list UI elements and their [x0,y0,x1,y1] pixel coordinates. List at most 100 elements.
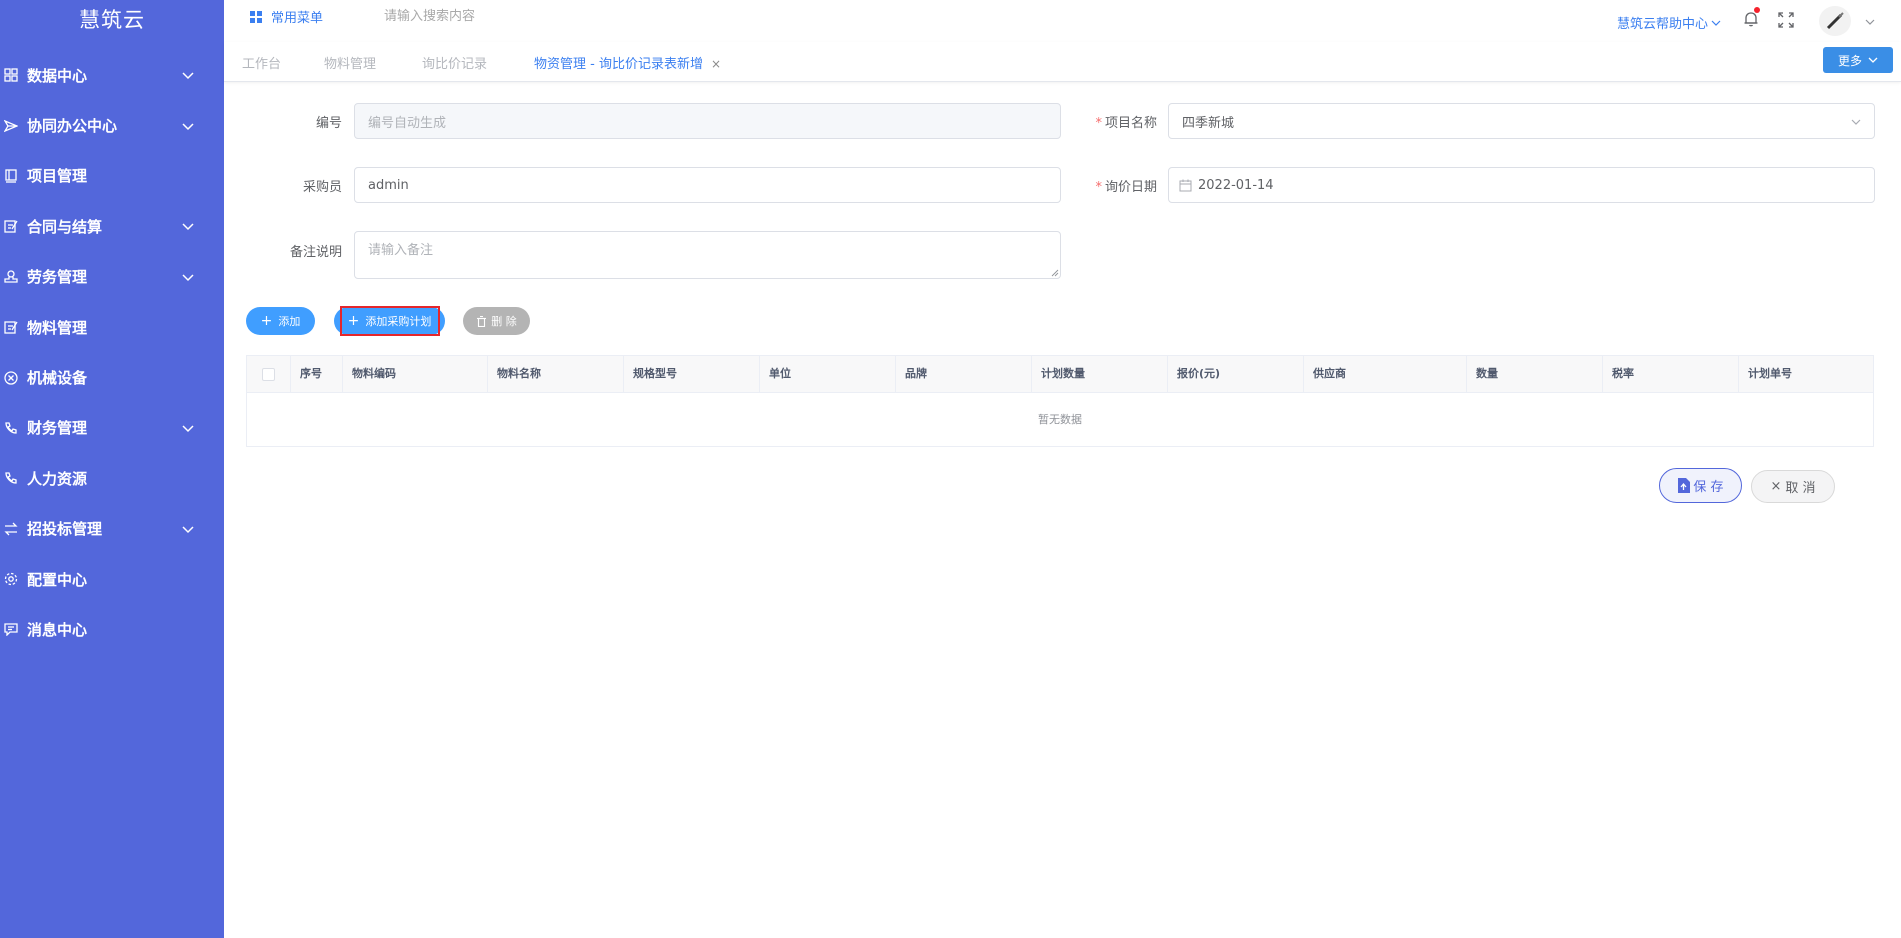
project-select[interactable]: 四季新城 [1168,103,1875,139]
sidebar-item-messages[interactable]: 消息中心 [0,604,224,654]
plus-icon: + [347,313,360,329]
add-button[interactable]: + 添加 [246,307,315,335]
edit-icon [3,319,19,335]
cancel-button[interactable]: × 取 消 [1751,470,1835,503]
column-header: 单位 [760,356,896,392]
avatar[interactable] [1819,6,1851,36]
search-input[interactable] [384,4,644,28]
sidebar-item-finance[interactable]: 财务管理 [0,403,224,453]
column-header: 计划单号 [1748,367,1792,380]
tab-label: 物资管理 - 询比价记录表新增 [534,57,703,72]
select-all-cell [247,356,291,392]
column-header: 物料编码 [343,356,488,392]
sidebar-item-material[interactable]: 物料管理 [0,302,224,352]
date-label-text: 询价日期 [1104,180,1157,195]
delete-button[interactable]: 删 除 [463,307,530,335]
project-label: * 项目名称 [1060,112,1157,131]
buyer-label: 采购员 [302,180,342,195]
sidebar-item-label: 数据中心 [27,66,88,85]
chevron-down-icon[interactable] [1864,16,1876,28]
buyer-value: admin [368,177,409,193]
sidebar-item-label: 机械设备 [27,369,88,388]
add-plan-label: 添加采购计划 [365,315,432,328]
table-header: 序号 物料编码 物料名称 规格型号 单位 品牌 计划数量 报价(元) 供应商 数… [247,356,1873,393]
column-header: 数量 [1467,356,1603,392]
chevron-down-icon [1711,20,1721,26]
column-header: 计划数量 [1032,356,1168,392]
sidebar-item-data-center[interactable]: 数据中心 [0,50,224,100]
sidebar-item-project[interactable]: 项目管理 [0,151,224,201]
plus-icon: + [260,313,273,329]
column-header: 序号 [291,356,343,392]
project-label-text: 项目名称 [1104,116,1157,131]
sidebar-item-bidding[interactable]: 招投标管理 [0,504,224,554]
fullscreen-icon[interactable] [1778,12,1794,28]
code-label: 编号 [315,116,342,131]
select-all-checkbox[interactable] [262,367,275,381]
sidebar-item-collaboration[interactable]: 协同办公中心 [0,100,224,150]
file-upload-icon [1678,478,1691,493]
tab-inquiry-add[interactable]: 物资管理 - 询比价记录表新增 × [534,53,721,72]
tab-inquiry-record[interactable]: 询比价记录 [422,53,487,72]
chevron-down-icon [1851,119,1861,125]
top-header: 常用菜单 慧筑云帮助中心 [224,0,1901,42]
column-header: 税率 [1603,356,1739,392]
sidebar-item-label: 配置中心 [27,570,88,589]
gear-icon [3,571,19,587]
tab-material[interactable]: 物料管理 [324,53,376,72]
help-center-label: 慧筑云帮助中心 [1617,17,1709,32]
sidebar-item-label: 人力资源 [27,469,88,488]
close-circle-icon [3,370,19,386]
notification-dot [1754,7,1760,13]
app-logo: 慧筑云 [79,8,145,32]
sidebar-item-machinery[interactable]: 机械设备 [0,352,224,402]
required-mark: * [1095,180,1102,195]
grid-icon [250,10,262,23]
resize-grip-icon[interactable] [1051,269,1059,277]
sidebar-item-label: 招投标管理 [27,520,103,539]
delete-label: 删 除 [491,315,517,328]
close-icon[interactable]: × [711,57,721,71]
chevron-down-icon [182,274,194,281]
sidebar-item-label: 劳务管理 [27,268,88,287]
required-mark: * [1095,116,1102,131]
more-label: 更多 [1837,53,1862,68]
stamp-icon [3,269,19,285]
more-button[interactable]: 更多 [1823,47,1893,73]
sidebar-item-config[interactable]: 配置中心 [0,554,224,604]
tab-bar: 工作台 物料管理 询比价记录 物资管理 - 询比价记录表新增 × 更多 [224,42,1901,82]
sidebar-item-label: 项目管理 [27,167,88,186]
date-label: * 询价日期 [1060,176,1157,195]
table-empty-text: 暂无数据 [1038,413,1082,426]
sidebar-item-label: 财务管理 [27,419,88,438]
chevron-down-icon [1868,57,1878,63]
code-placeholder: 编号自动生成 [368,115,447,131]
buyer-field[interactable]: admin [354,167,1061,203]
sidebar-item-contract[interactable]: 合同与结算 [0,201,224,251]
sidebar-item-hr[interactable]: 人力资源 [0,453,224,503]
phone-icon [3,420,19,436]
chevron-down-icon [182,123,194,130]
code-field[interactable]: 编号自动生成 [354,103,1061,139]
chevron-down-icon [182,223,194,231]
column-header: 报价(元) [1168,356,1304,392]
add-purchase-plan-button[interactable]: + 添加采购计划 [334,307,445,335]
save-label: 保 存 [1693,480,1724,495]
save-button[interactable]: 保 存 [1659,468,1742,503]
sidebar-item-labor[interactable]: 劳务管理 [0,252,224,302]
sidebar-item-label: 物料管理 [27,318,88,337]
remark-textarea[interactable]: 请输入备注 [354,231,1061,279]
sidebar-item-label: 合同与结算 [27,217,103,236]
add-label: 添加 [278,315,301,328]
column-header: 品牌 [896,356,1032,392]
sidebar-item-label: 消息中心 [27,620,88,639]
common-menu-button[interactable]: 常用菜单 [250,7,323,26]
tab-workbench[interactable]: 工作台 [242,53,281,72]
sidebar-item-label: 协同办公中心 [27,117,118,136]
calendar-icon [1179,179,1192,191]
sidebar-menu: 数据中心 协同办公中心 项目管理 合同与结算 劳务管理 物料管理 机械设备 财务… [0,50,224,655]
materials-table: 序号 物料编码 物料名称 规格型号 单位 品牌 计划数量 报价(元) 供应商 数… [246,355,1874,447]
help-center-dropdown[interactable]: 慧筑云帮助中心 [1617,13,1721,32]
date-picker[interactable]: 2022-01-14 [1168,167,1875,203]
common-menu-label: 常用菜单 [271,11,324,26]
